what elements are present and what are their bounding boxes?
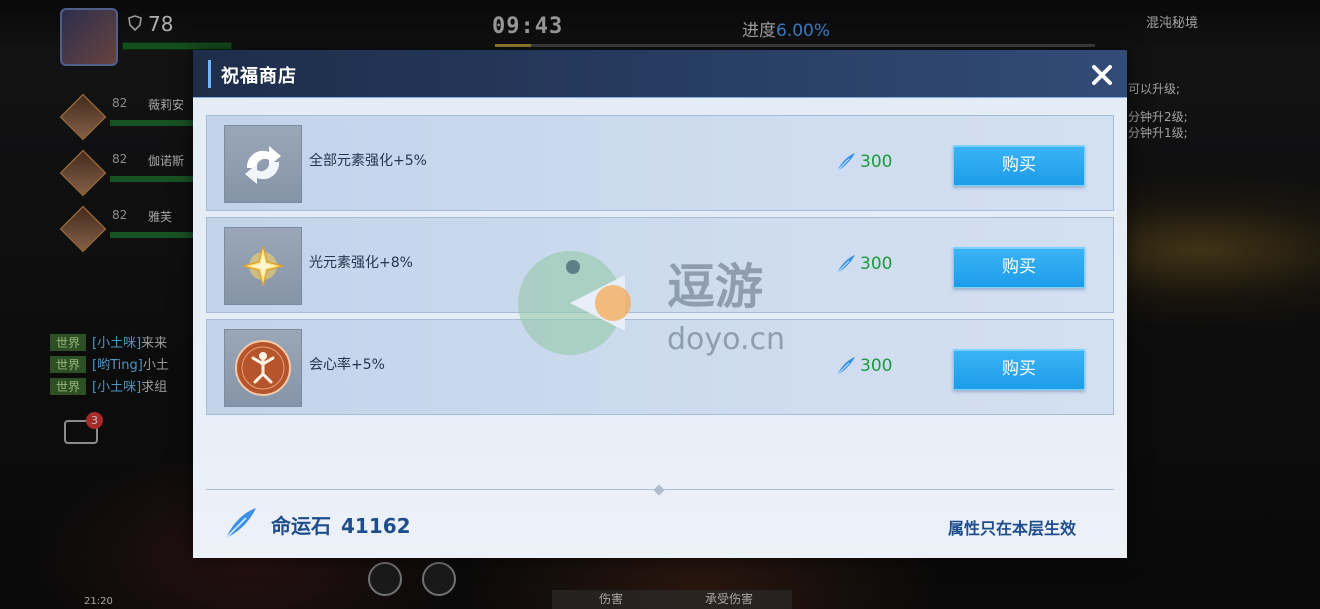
shop-item-row: 光元素强化+8% 300 购买 [206, 217, 1114, 313]
destiny-stone-feather-icon [223, 505, 259, 545]
currency-label: 命运石 [271, 514, 331, 538]
item-name: 全部元素强化+5% [309, 153, 427, 169]
destiny-stone-feather-icon [836, 255, 855, 274]
floor-effect-note: 属性只在本层生效 [948, 519, 1077, 538]
buy-button[interactable]: 购买 [953, 145, 1085, 186]
critical-figure-icon [235, 340, 291, 396]
item-price: 300 [835, 355, 892, 377]
close-icon [1092, 65, 1112, 85]
buy-button[interactable]: 购买 [953, 349, 1085, 390]
buy-button[interactable]: 购买 [953, 247, 1085, 288]
price-value: 300 [860, 356, 893, 376]
destiny-stone-feather-icon [836, 153, 855, 172]
light-star-icon [242, 245, 284, 287]
dialog-title: 祝福商店 [221, 66, 297, 87]
item-name: 会心率+5% [309, 357, 385, 373]
dialog-header: 祝福商店 [193, 50, 1127, 98]
shop-item-row: 全部元素强化+5% 300 购买 [206, 115, 1114, 211]
item-price: 300 [835, 151, 892, 173]
item-price: 300 [835, 253, 892, 275]
item-icon-frame [224, 329, 302, 407]
header-accent [208, 60, 211, 88]
destiny-stone-feather-icon [836, 357, 855, 376]
close-button[interactable] [1085, 58, 1119, 92]
price-value: 300 [860, 152, 893, 172]
blessing-shop-dialog: 祝福商店 全部元素强化+5% 300 购买 光元素强化+8% 300 购买 会心… [193, 50, 1127, 558]
price-value: 300 [860, 254, 893, 274]
item-icon-frame [224, 227, 302, 305]
element-cycle-icon [245, 146, 281, 184]
shop-item-row: 会心率+5% 300 购买 [206, 319, 1114, 415]
item-icon-frame [224, 125, 302, 203]
currency-balance: 命运石 41162 [271, 510, 421, 539]
item-name: 光元素强化+8% [309, 255, 413, 271]
currency-amount: 41162 [341, 514, 411, 538]
divider-notch [653, 484, 665, 496]
